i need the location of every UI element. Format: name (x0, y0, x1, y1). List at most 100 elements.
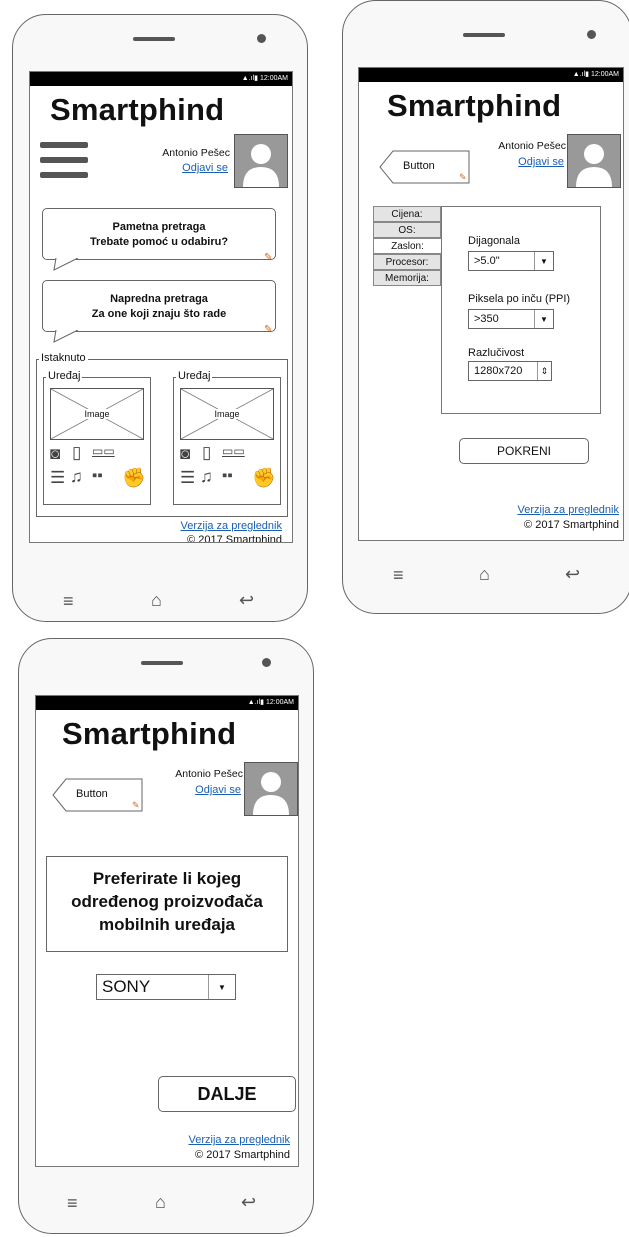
copyright: © 2017 Smartphind (524, 519, 619, 531)
smart-search-button[interactable]: Pametna pretraga Trebate pomoć u odabiru… (42, 208, 276, 260)
tab-display[interactable]: Zaslon: (373, 238, 441, 254)
advanced-search-button[interactable]: Napredna pretraga Za one koji znaju što … (42, 280, 276, 332)
run-button[interactable]: POKRENI (459, 438, 589, 464)
camera-icon: ◙ (50, 444, 61, 463)
advanced-search-title: Napredna pretraga (110, 293, 208, 305)
phone-icon: ▯ (202, 443, 212, 462)
pencil-icon: ✎ (459, 172, 467, 182)
chevron-down-icon: ▼ (208, 975, 235, 999)
browser-version-link[interactable]: Verzija za preglednik (188, 1134, 290, 1146)
device-legend: Uređaj (176, 370, 213, 382)
smart-search-subtitle: Trebate pomoć u odabiru? (89, 236, 229, 248)
next-button[interactable]: DALJE (158, 1076, 296, 1112)
person-icon (243, 144, 279, 187)
back-arrow-icon[interactable]: ↩ (239, 590, 254, 611)
browser-version-link[interactable]: Verzija za preglednik (517, 504, 619, 516)
callout-tail (53, 258, 79, 271)
featured-legend: Istaknuto (39, 352, 88, 364)
screen-home: ▲.ıl▮ 12:00AM Smartphind Antonio Pešec O… (29, 71, 293, 543)
avatar[interactable] (234, 134, 288, 188)
pencil-icon: ✎ (264, 252, 273, 263)
android-icon: ▪▪ (92, 467, 103, 484)
front-camera (257, 34, 266, 43)
device-legend: Uređaj (46, 370, 83, 382)
home-icon[interactable]: ⌂ (479, 564, 490, 585)
logout-link[interactable]: Odjavi se (182, 162, 228, 174)
tab-price[interactable]: Cijena: (373, 206, 441, 222)
next-button-label: DALJE (197, 1083, 257, 1104)
tab-processor[interactable]: Procesor: (373, 254, 441, 270)
music-icon: ♫ (70, 467, 83, 486)
signal-icon: ▲.ıl▮ (247, 699, 266, 706)
featured-device-card[interactable]: Uređaj Image ◙ ▯ ▭▭ ☰ ♫ ▪▪ ✊ (173, 370, 281, 505)
tab-panel: Dijagonala >5.0" ▼ Piksela po inču (PPI)… (441, 206, 601, 414)
pencil-icon: ✎ (264, 324, 273, 335)
manufacturer-select[interactable]: SONY ▼ (96, 974, 236, 1000)
signal-icon: ▲.ıl▮ (572, 71, 591, 78)
battery-icon: ▭▭ (222, 444, 245, 458)
status-bar: ▲.ıl▮ 12:00AM (36, 696, 298, 710)
browser-version-link[interactable]: Verzija za preglednik (180, 520, 282, 532)
copyright: © 2017 Smartphind (195, 1149, 290, 1161)
back-button[interactable]: Button ✎ (379, 150, 471, 189)
speaker-grille (133, 37, 175, 41)
logout-link[interactable]: Odjavi se (195, 784, 241, 796)
android-icon: ▪▪ (222, 467, 233, 484)
storage-icon: ☰ (180, 468, 196, 487)
diagonal-value: >5.0" (474, 255, 500, 267)
app-title: Smartphind (50, 92, 225, 127)
status-time: 12:00AM (265, 699, 294, 706)
tab-memory[interactable]: Memorija: (373, 270, 441, 286)
avatar[interactable] (567, 134, 621, 188)
thumbs-up-icon: ✊ (252, 468, 276, 489)
front-camera (262, 658, 271, 667)
device-image: Image (50, 388, 144, 440)
avatar[interactable] (244, 762, 298, 816)
filter-tabs: Cijena: OS: Zaslon: Procesor: Memorija: (373, 206, 441, 288)
ppi-value: >350 (474, 313, 499, 325)
menu-lines-icon[interactable]: ≡ (63, 591, 74, 612)
person-icon (253, 772, 289, 815)
menu-lines-icon[interactable]: ≡ (393, 565, 404, 586)
status-time: 12:00AM (590, 71, 619, 78)
screen-manufacturer: ▲.ıl▮ 12:00AM Smartphind Button ✎ Antoni… (35, 695, 299, 1167)
app-title: Smartphind (62, 716, 237, 751)
copyright: © 2017 Smartphind (187, 534, 282, 543)
home-icon[interactable]: ⌂ (155, 1192, 166, 1213)
back-button-label: Button (403, 160, 435, 172)
battery-icon: ▭▭ (92, 444, 115, 458)
copyright-icon: © (187, 534, 199, 543)
menu-lines-icon[interactable]: ≡ (67, 1193, 78, 1214)
person-icon (576, 144, 612, 187)
copyright-text: 2017 Smartphind (206, 1149, 290, 1161)
chevron-down-icon: ▼ (534, 310, 553, 328)
copyright-icon: © (195, 1149, 207, 1161)
storage-icon: ☰ (50, 468, 66, 487)
back-arrow-icon[interactable]: ↩ (241, 1192, 256, 1213)
callout-tail (53, 330, 79, 343)
featured-device-card[interactable]: Uređaj Image ◙ ▯ ▭▭ ☰ ♫ ▪▪ ✊ (43, 370, 151, 505)
image-label: Image (82, 409, 112, 419)
back-button[interactable]: Button ✎ (52, 778, 144, 817)
ppi-select[interactable]: >350 ▼ (468, 309, 554, 329)
question-line-2: određenog proizvođača (71, 892, 263, 911)
phone-frame-advanced-search: ▲.ıl▮ 12:00AM Smartphind Button ✎ Antoni… (342, 0, 629, 614)
copyright-text: 2017 Smartphind (535, 519, 619, 531)
back-arrow-icon[interactable]: ↩ (565, 564, 580, 585)
stepper-arrows-icon: ⇕ (537, 362, 551, 380)
resolution-value: 1280x720 (474, 365, 523, 377)
resolution-label: Razlučivost (468, 347, 525, 359)
diagonal-select[interactable]: >5.0" ▼ (468, 251, 554, 271)
image-label: Image (212, 409, 242, 419)
logout-link[interactable]: Odjavi se (518, 156, 564, 168)
signal-icon: ▲.ıl▮ (241, 75, 260, 82)
hamburger-menu-button[interactable] (40, 142, 88, 186)
resolution-stepper[interactable]: 1280x720 ⇕ (468, 361, 552, 381)
question-line-3: mobilnih uređaja (98, 915, 236, 934)
run-button-label: POKRENI (496, 444, 551, 458)
tab-os[interactable]: OS: (373, 222, 441, 238)
advanced-search-subtitle: Za one koji znaju što rade (91, 308, 227, 320)
status-time: 12:00AM (259, 75, 288, 82)
home-icon[interactable]: ⌂ (151, 590, 162, 611)
music-icon: ♫ (200, 467, 213, 486)
